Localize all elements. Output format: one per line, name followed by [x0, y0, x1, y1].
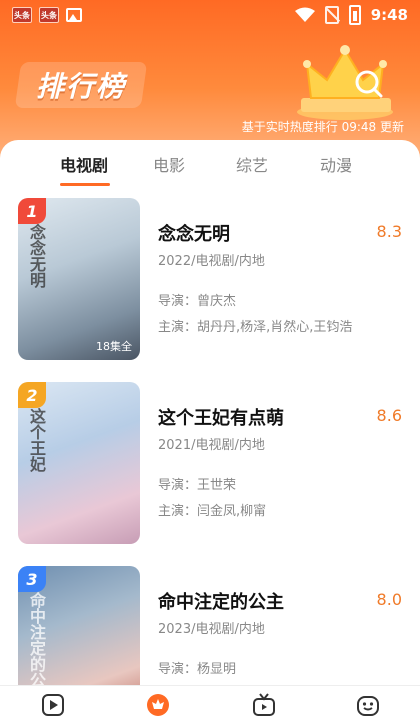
- drama-meta: 2021/电视剧/内地: [158, 438, 265, 453]
- score: 8.6: [376, 406, 402, 425]
- poster-title-art: 这个王妃: [27, 408, 46, 472]
- header-banner: 头条 头条 9:48 排行榜 基于实时热度排行 09:48 更新: [0, 0, 420, 160]
- profile-face-icon[interactable]: [355, 692, 381, 718]
- score: 8.0: [376, 590, 402, 609]
- drama-title[interactable]: 这个王妃有点萌: [158, 404, 284, 430]
- poster-image[interactable]: 这个王妃 2: [18, 382, 140, 544]
- crown-trophy-icon: [297, 45, 393, 120]
- update-time-text: 基于实时热度排行 09:48 更新: [241, 120, 404, 134]
- status-bar: 头条 头条 9:48: [0, 0, 420, 30]
- rank-badge: 1: [18, 198, 46, 224]
- drama-meta: 2022/电视剧/内地: [158, 254, 265, 269]
- active-tab-indicator: [60, 183, 110, 186]
- play-icon[interactable]: [40, 692, 66, 718]
- ranking-list-card: 电视剧 电影 综艺 动漫 念念无明 1 18集全 念念无明 8.3 2022/电…: [0, 140, 420, 685]
- tab-anime[interactable]: 动漫: [320, 152, 352, 176]
- drama-title[interactable]: 念念无明: [158, 220, 230, 246]
- cast: 主演：胡丹丹,杨泽,肖然心,王钧浩: [158, 320, 353, 335]
- ranking-item-1[interactable]: 念念无明 1 18集全 念念无明 8.3 2022/电视剧/内地 导演：曾庆杰 …: [0, 198, 420, 362]
- episode-count: 18集全: [96, 340, 132, 353]
- toutiao-notification-icon: 头条: [12, 7, 32, 23]
- director: 导演：王世荣: [158, 478, 237, 493]
- drama-title[interactable]: 命中注定的公主: [158, 588, 284, 614]
- image-notification-icon: [66, 8, 82, 22]
- tab-variety[interactable]: 综艺: [236, 152, 268, 176]
- bottom-navigation: [0, 685, 420, 722]
- no-sim-icon: [324, 6, 339, 24]
- ranking-item-3[interactable]: 命中注定的公主 3 命中注定的公主 8.0 2023/电视剧/内地 导演：杨显明: [0, 566, 420, 685]
- cast: 主演：闫金凤,柳甯: [158, 504, 267, 519]
- wifi-icon: [294, 7, 315, 22]
- rank-badge: 2: [18, 382, 46, 408]
- tab-movie[interactable]: 电影: [153, 152, 185, 176]
- rank-badge: 3: [18, 566, 46, 592]
- director: 导演：杨显明: [158, 662, 237, 677]
- toutiao-notification-icon: 头条: [39, 7, 59, 23]
- poster-title-art: 命中注定的公主: [27, 592, 46, 685]
- ranking-item-2[interactable]: 这个王妃 2 这个王妃有点萌 8.6 2021/电视剧/内地 导演：王世荣 主演…: [0, 382, 420, 546]
- director: 导演：曾庆杰: [158, 294, 237, 309]
- score: 8.3: [376, 222, 402, 241]
- battery-charging-icon: [348, 5, 361, 25]
- tv-icon[interactable]: [251, 692, 277, 718]
- drama-meta: 2023/电视剧/内地: [158, 622, 265, 637]
- tab-tv-series[interactable]: 电视剧: [60, 152, 108, 176]
- poster-title-art: 念念无明: [27, 224, 46, 288]
- status-time: 9:48: [370, 6, 408, 24]
- page-title: 排行榜: [14, 62, 148, 108]
- poster-image[interactable]: 念念无明 1 18集全: [18, 198, 140, 360]
- ranking-icon[interactable]: [145, 692, 171, 718]
- poster-image[interactable]: 命中注定的公主 3: [18, 566, 140, 685]
- category-tabs: 电视剧 电影 综艺 动漫: [0, 140, 420, 188]
